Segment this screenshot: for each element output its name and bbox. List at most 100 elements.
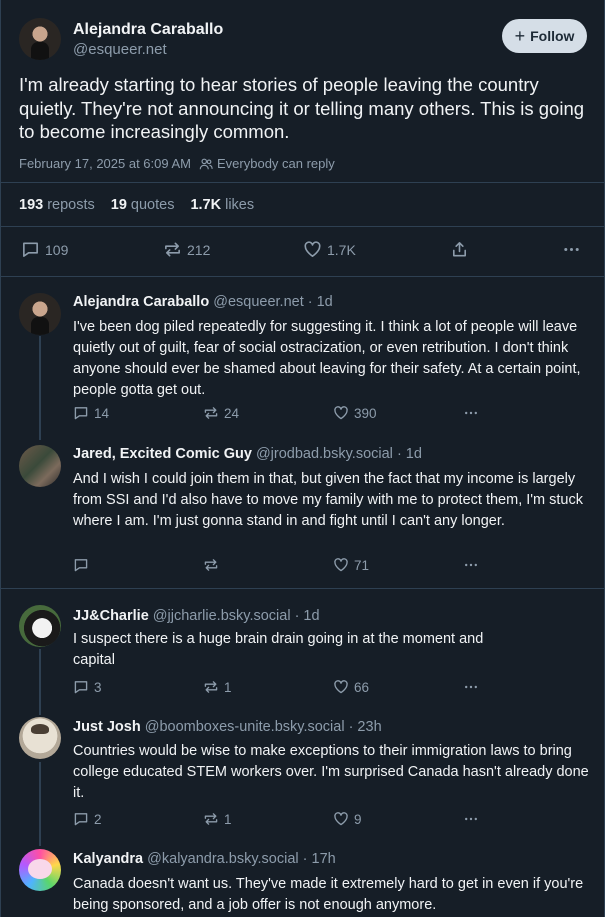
reply-author-handle[interactable]: @boomboxes-unite.bsky.social — [145, 719, 345, 735]
like-count: 66 — [354, 679, 370, 695]
reply-author-name[interactable]: Jared, Excited Comic Guy — [73, 446, 252, 462]
reply-icon — [74, 559, 88, 572]
likes-label: likes — [225, 196, 255, 213]
reply-author-handle[interactable]: @jjcharlie.bsky.social — [153, 608, 291, 624]
repost-button[interactable]: 212 — [163, 240, 210, 259]
reply-header: Just Josh @boomboxes-unite.bsky.social ·… — [73, 719, 382, 735]
quotes-count: 19 — [110, 196, 127, 213]
likes-count: 1.7K — [190, 196, 222, 213]
heart-icon — [304, 241, 321, 257]
like-count: 71 — [354, 557, 370, 573]
avatar[interactable] — [19, 445, 61, 487]
reply-author-name[interactable]: Just Josh — [73, 719, 141, 735]
repost-button[interactable]: 1 — [203, 811, 232, 827]
avatar[interactable] — [19, 293, 61, 335]
like-button[interactable]: 71 — [333, 557, 369, 573]
reply-header: JJ&Charlie @jjcharlie.bsky.social · 1d — [73, 608, 320, 624]
reposts-stat[interactable]: 193 reposts — [19, 197, 95, 213]
more-icon — [465, 563, 477, 567]
reply-text: I suspect there is a huge brain drain go… — [73, 631, 484, 668]
like-count: 9 — [354, 811, 362, 827]
repost-count: 212 — [187, 241, 211, 258]
reply-button[interactable] — [73, 557, 94, 573]
reply-icon — [74, 407, 88, 420]
more-button[interactable] — [463, 557, 479, 573]
repost-count: 24 — [224, 405, 240, 421]
thread-line — [39, 336, 41, 440]
post-timestamp[interactable]: February 17, 2025 at 6:09 AM — [19, 156, 191, 171]
reply-age[interactable]: · 1d — [295, 608, 320, 624]
avatar[interactable] — [19, 717, 61, 759]
reply-button[interactable]: 14 — [73, 405, 109, 421]
like-count: 390 — [354, 405, 377, 421]
reply-author-handle[interactable]: @jrodbad.bsky.social — [256, 446, 393, 462]
heart-icon — [334, 812, 348, 826]
follow-label: Follow — [530, 28, 575, 44]
like-count: 1.7K — [327, 241, 356, 258]
more-icon — [465, 817, 477, 821]
repost-count: 1 — [224, 679, 232, 695]
thread-line — [39, 649, 41, 715]
follow-button[interactable]: + Follow — [502, 19, 587, 53]
more-icon — [564, 247, 579, 252]
repost-button[interactable] — [203, 557, 224, 573]
author-handle[interactable]: @esqueer.net — [73, 41, 167, 58]
post-text: I'm already starting to hear stories of … — [19, 74, 585, 142]
reply-button[interactable]: 109 — [21, 240, 68, 259]
reply-header: Jared, Excited Comic Guy @jrodbad.bsky.s… — [73, 446, 422, 462]
reply-author-name[interactable]: JJ&Charlie — [73, 608, 149, 624]
likes-stat[interactable]: 1.7K likes — [190, 197, 254, 213]
reply-count: 109 — [45, 241, 69, 258]
reply-author-name[interactable]: Alejandra Caraballo — [73, 294, 209, 310]
reply-text: I've been dog piled repeatedly for sugge… — [73, 319, 581, 398]
more-button[interactable] — [463, 405, 479, 421]
reply-age[interactable]: · 23h — [349, 719, 382, 735]
quotes-stat[interactable]: 19 quotes — [111, 197, 175, 213]
reply-button[interactable]: 3 — [73, 679, 102, 695]
post-meta: February 17, 2025 at 6:09 AM Everybody c… — [19, 156, 335, 171]
reply-text: Canada doesn't want us. They've made it … — [73, 876, 584, 913]
avatar[interactable] — [19, 18, 61, 60]
thread-separator — [1, 588, 605, 589]
post-stats: 193 reposts 19 quotes 1.7K likes — [1, 182, 605, 227]
reply-count: 3 — [94, 679, 102, 695]
like-button[interactable]: 390 — [333, 405, 377, 421]
avatar[interactable] — [19, 849, 61, 891]
people-icon — [199, 158, 213, 169]
more-icon — [465, 411, 477, 415]
reply-setting: Everybody can reply — [199, 156, 335, 171]
reply-text: Countries would be wise to make exceptio… — [73, 743, 589, 801]
repost-button[interactable]: 24 — [203, 405, 239, 421]
share-button[interactable] — [450, 240, 469, 259]
reply-author-name[interactable]: Kalyandra — [73, 851, 143, 867]
reply-icon — [23, 242, 38, 257]
reply-setting-label: Everybody can reply — [217, 156, 335, 171]
plus-icon: + — [514, 26, 526, 46]
reply-age[interactable]: · 1d — [308, 294, 333, 310]
more-icon — [465, 685, 477, 689]
reply-text: And I wish I could join them in that, bu… — [73, 471, 583, 529]
like-button[interactable]: 9 — [333, 811, 362, 827]
reply-author-handle[interactable]: @kalyandra.bsky.social — [147, 851, 298, 867]
reply-author-handle[interactable]: @esqueer.net — [213, 294, 304, 310]
reposts-count: 193 — [19, 196, 44, 213]
more-button[interactable] — [463, 811, 479, 827]
more-button[interactable] — [463, 679, 479, 695]
repost-button[interactable]: 1 — [203, 679, 232, 695]
reply-count: 14 — [94, 405, 110, 421]
repost-icon — [165, 242, 180, 257]
heart-icon — [334, 558, 348, 572]
avatar[interactable] — [19, 605, 61, 647]
like-button[interactable]: 66 — [333, 679, 369, 695]
repost-count: 1 — [224, 811, 232, 827]
repost-icon — [204, 813, 218, 825]
heart-icon — [334, 680, 348, 694]
heart-icon — [334, 406, 348, 420]
like-button[interactable]: 1.7K — [303, 240, 356, 259]
author-name[interactable]: Alejandra Caraballo — [73, 21, 223, 39]
reply-age[interactable]: · 1d — [397, 446, 422, 462]
reply-button[interactable]: 2 — [73, 811, 102, 827]
reply-age[interactable]: · 17h — [303, 851, 336, 867]
more-button[interactable] — [562, 240, 581, 259]
reply-icon — [74, 681, 88, 694]
